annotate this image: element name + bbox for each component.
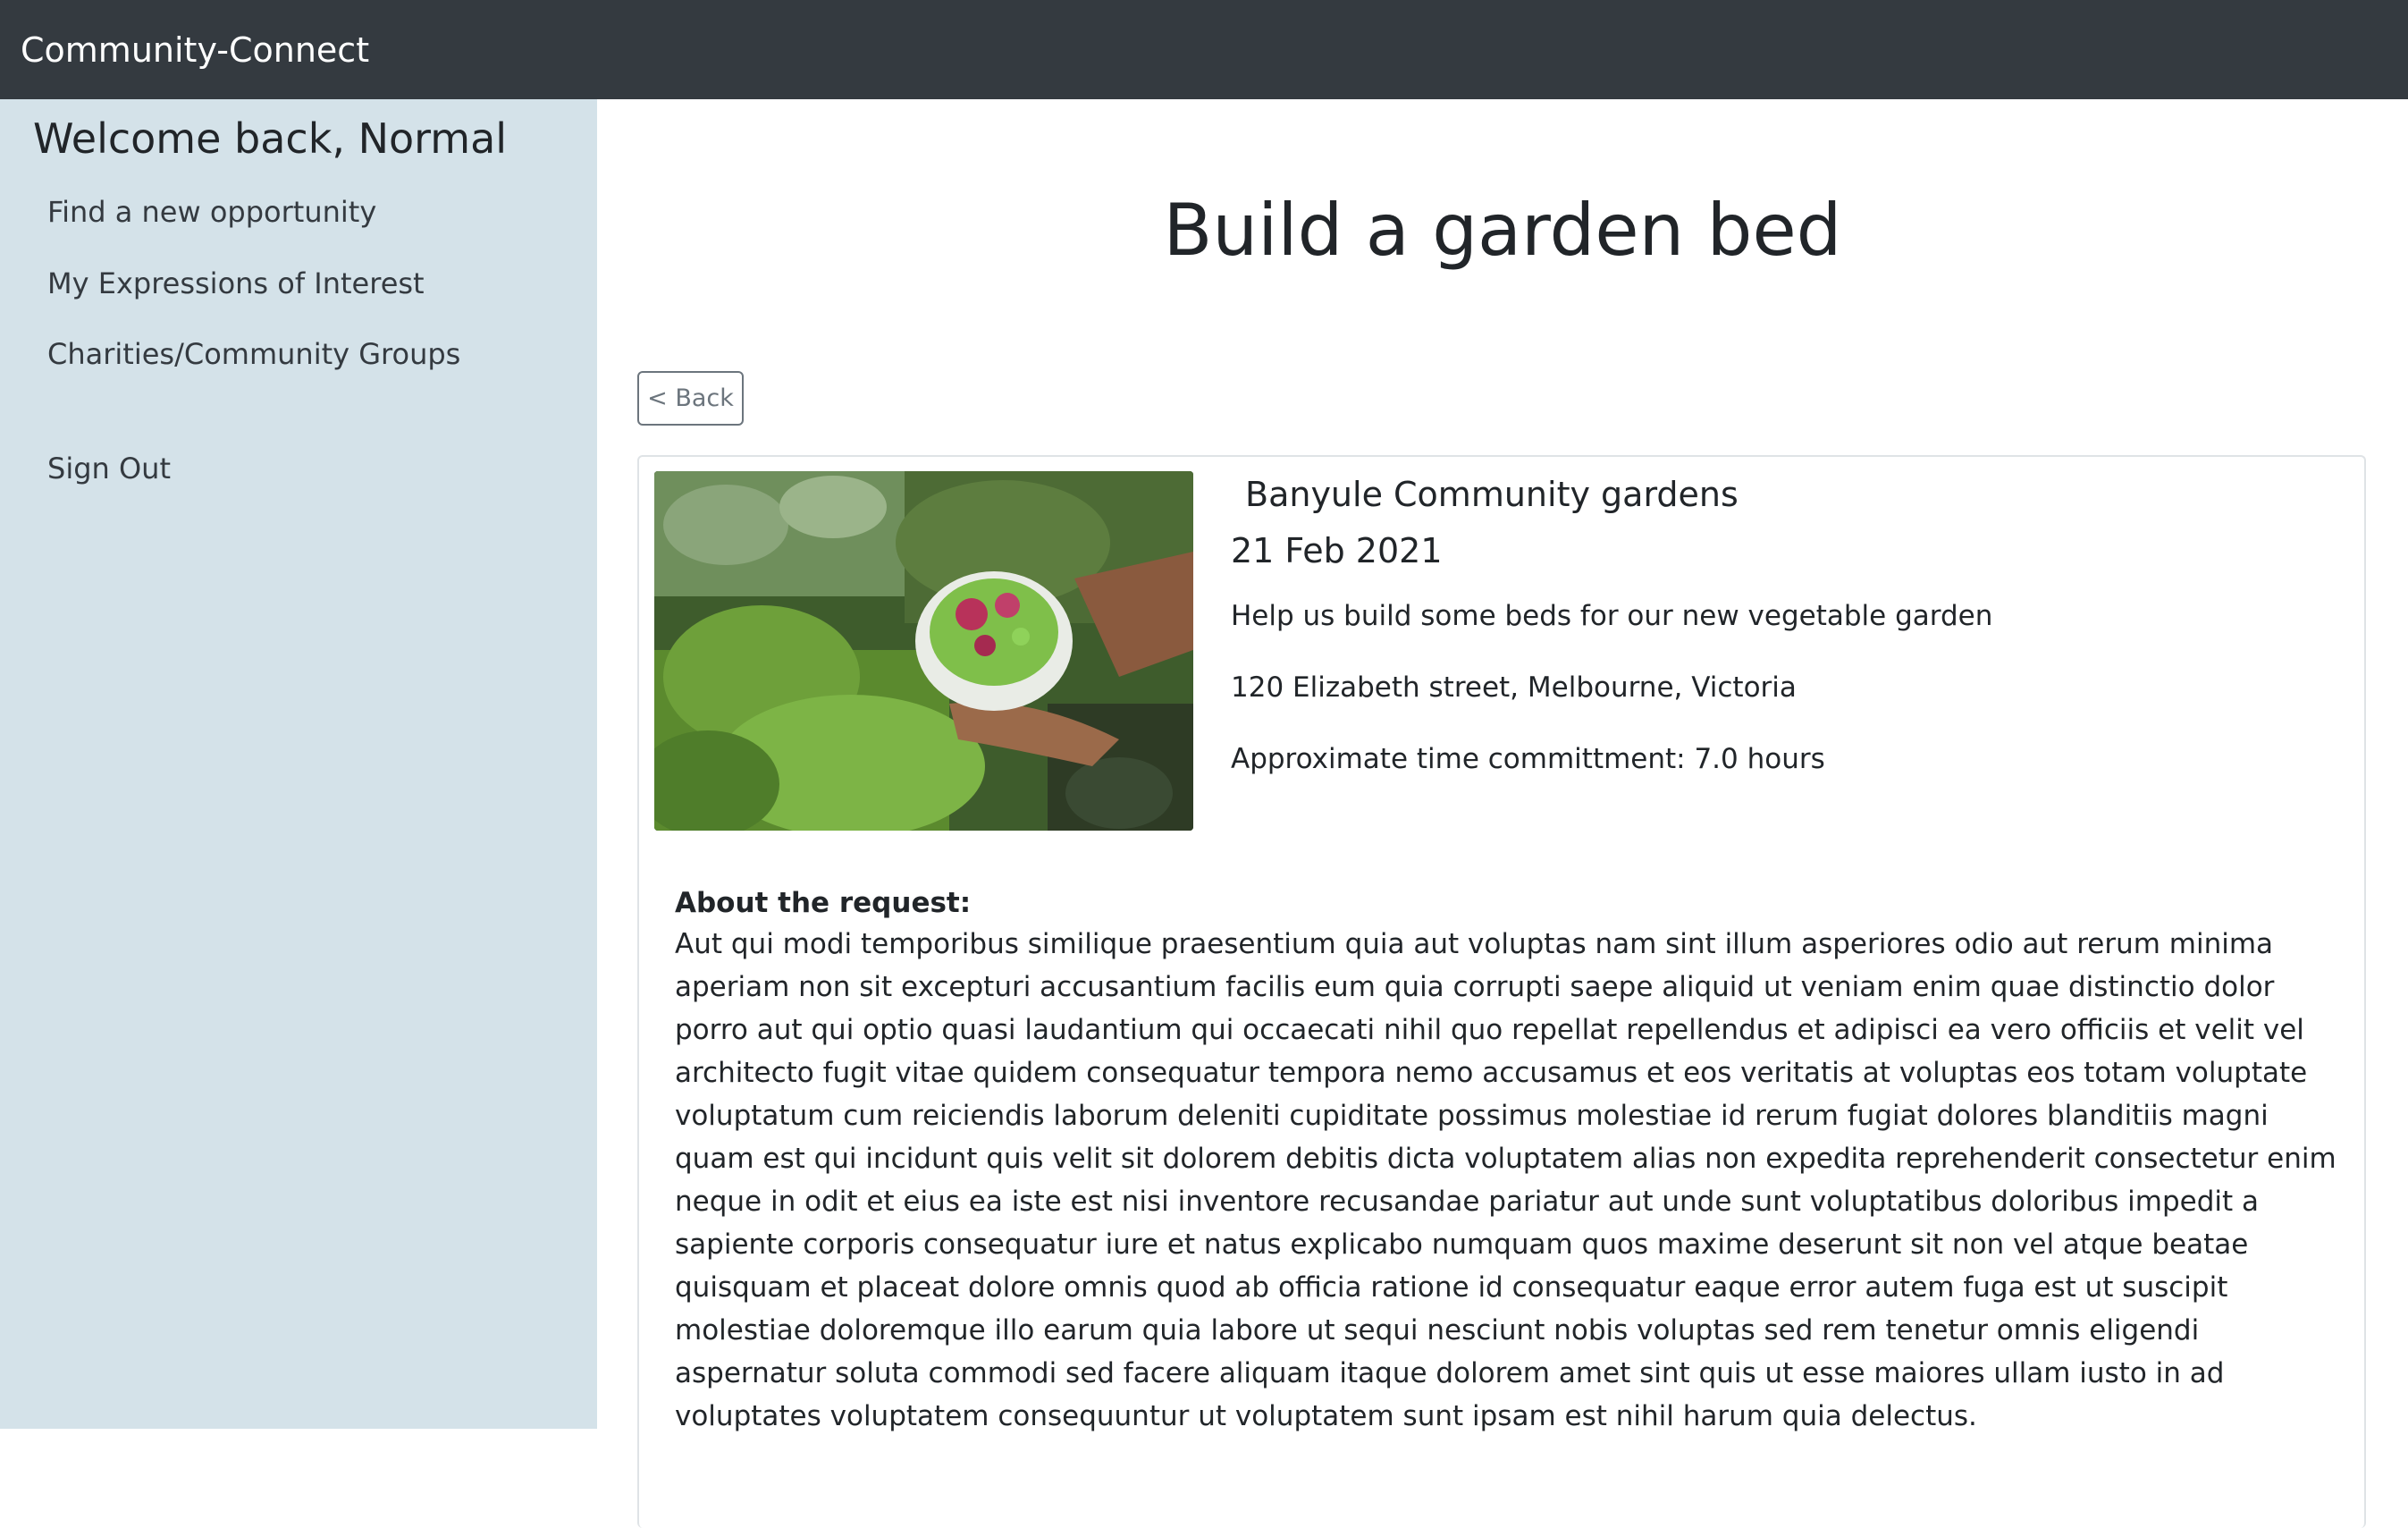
- sidebar: Welcome back, Normal Find a new opportun…: [0, 99, 597, 1429]
- top-navbar: Community-Connect: [0, 0, 2408, 99]
- time-commitment: Approximate time committment: 7.0 hours: [1231, 743, 1825, 775]
- back-button[interactable]: < Back: [637, 371, 744, 426]
- page-title: Build a garden bed: [1163, 189, 1842, 272]
- about-description: Aut qui modi temporibus similique praese…: [675, 928, 2336, 1432]
- opportunity-address: 120 Elizabeth street, Melbourne, Victori…: [1231, 671, 1797, 704]
- garden-photo-illustration: [654, 471, 1193, 831]
- opportunity-summary: Help us build some beds for our new vege…: [1231, 600, 1993, 632]
- sidebar-item-expressions-of-interest[interactable]: My Expressions of Interest: [47, 266, 425, 300]
- sidebar-item-find-opportunity[interactable]: Find a new opportunity: [47, 195, 376, 229]
- about-heading: About the request:: [675, 887, 972, 919]
- garden-photo: [654, 471, 1193, 831]
- organisation-name: Banyule Community gardens: [1245, 475, 1739, 514]
- opportunity-card: Banyule Community gardens 21 Feb 2021 He…: [637, 455, 2366, 1528]
- event-date: 21 Feb 2021: [1231, 531, 1443, 570]
- main-content: Build a garden bed < Back Banyule Commun…: [597, 99, 2408, 1528]
- sidebar-item-charities[interactable]: Charities/Community Groups: [47, 337, 460, 371]
- sidebar-item-sign-out[interactable]: Sign Out: [47, 452, 171, 485]
- welcome-heading: Welcome back, Normal: [33, 114, 508, 163]
- brand-logo-text[interactable]: Community-Connect: [21, 30, 369, 70]
